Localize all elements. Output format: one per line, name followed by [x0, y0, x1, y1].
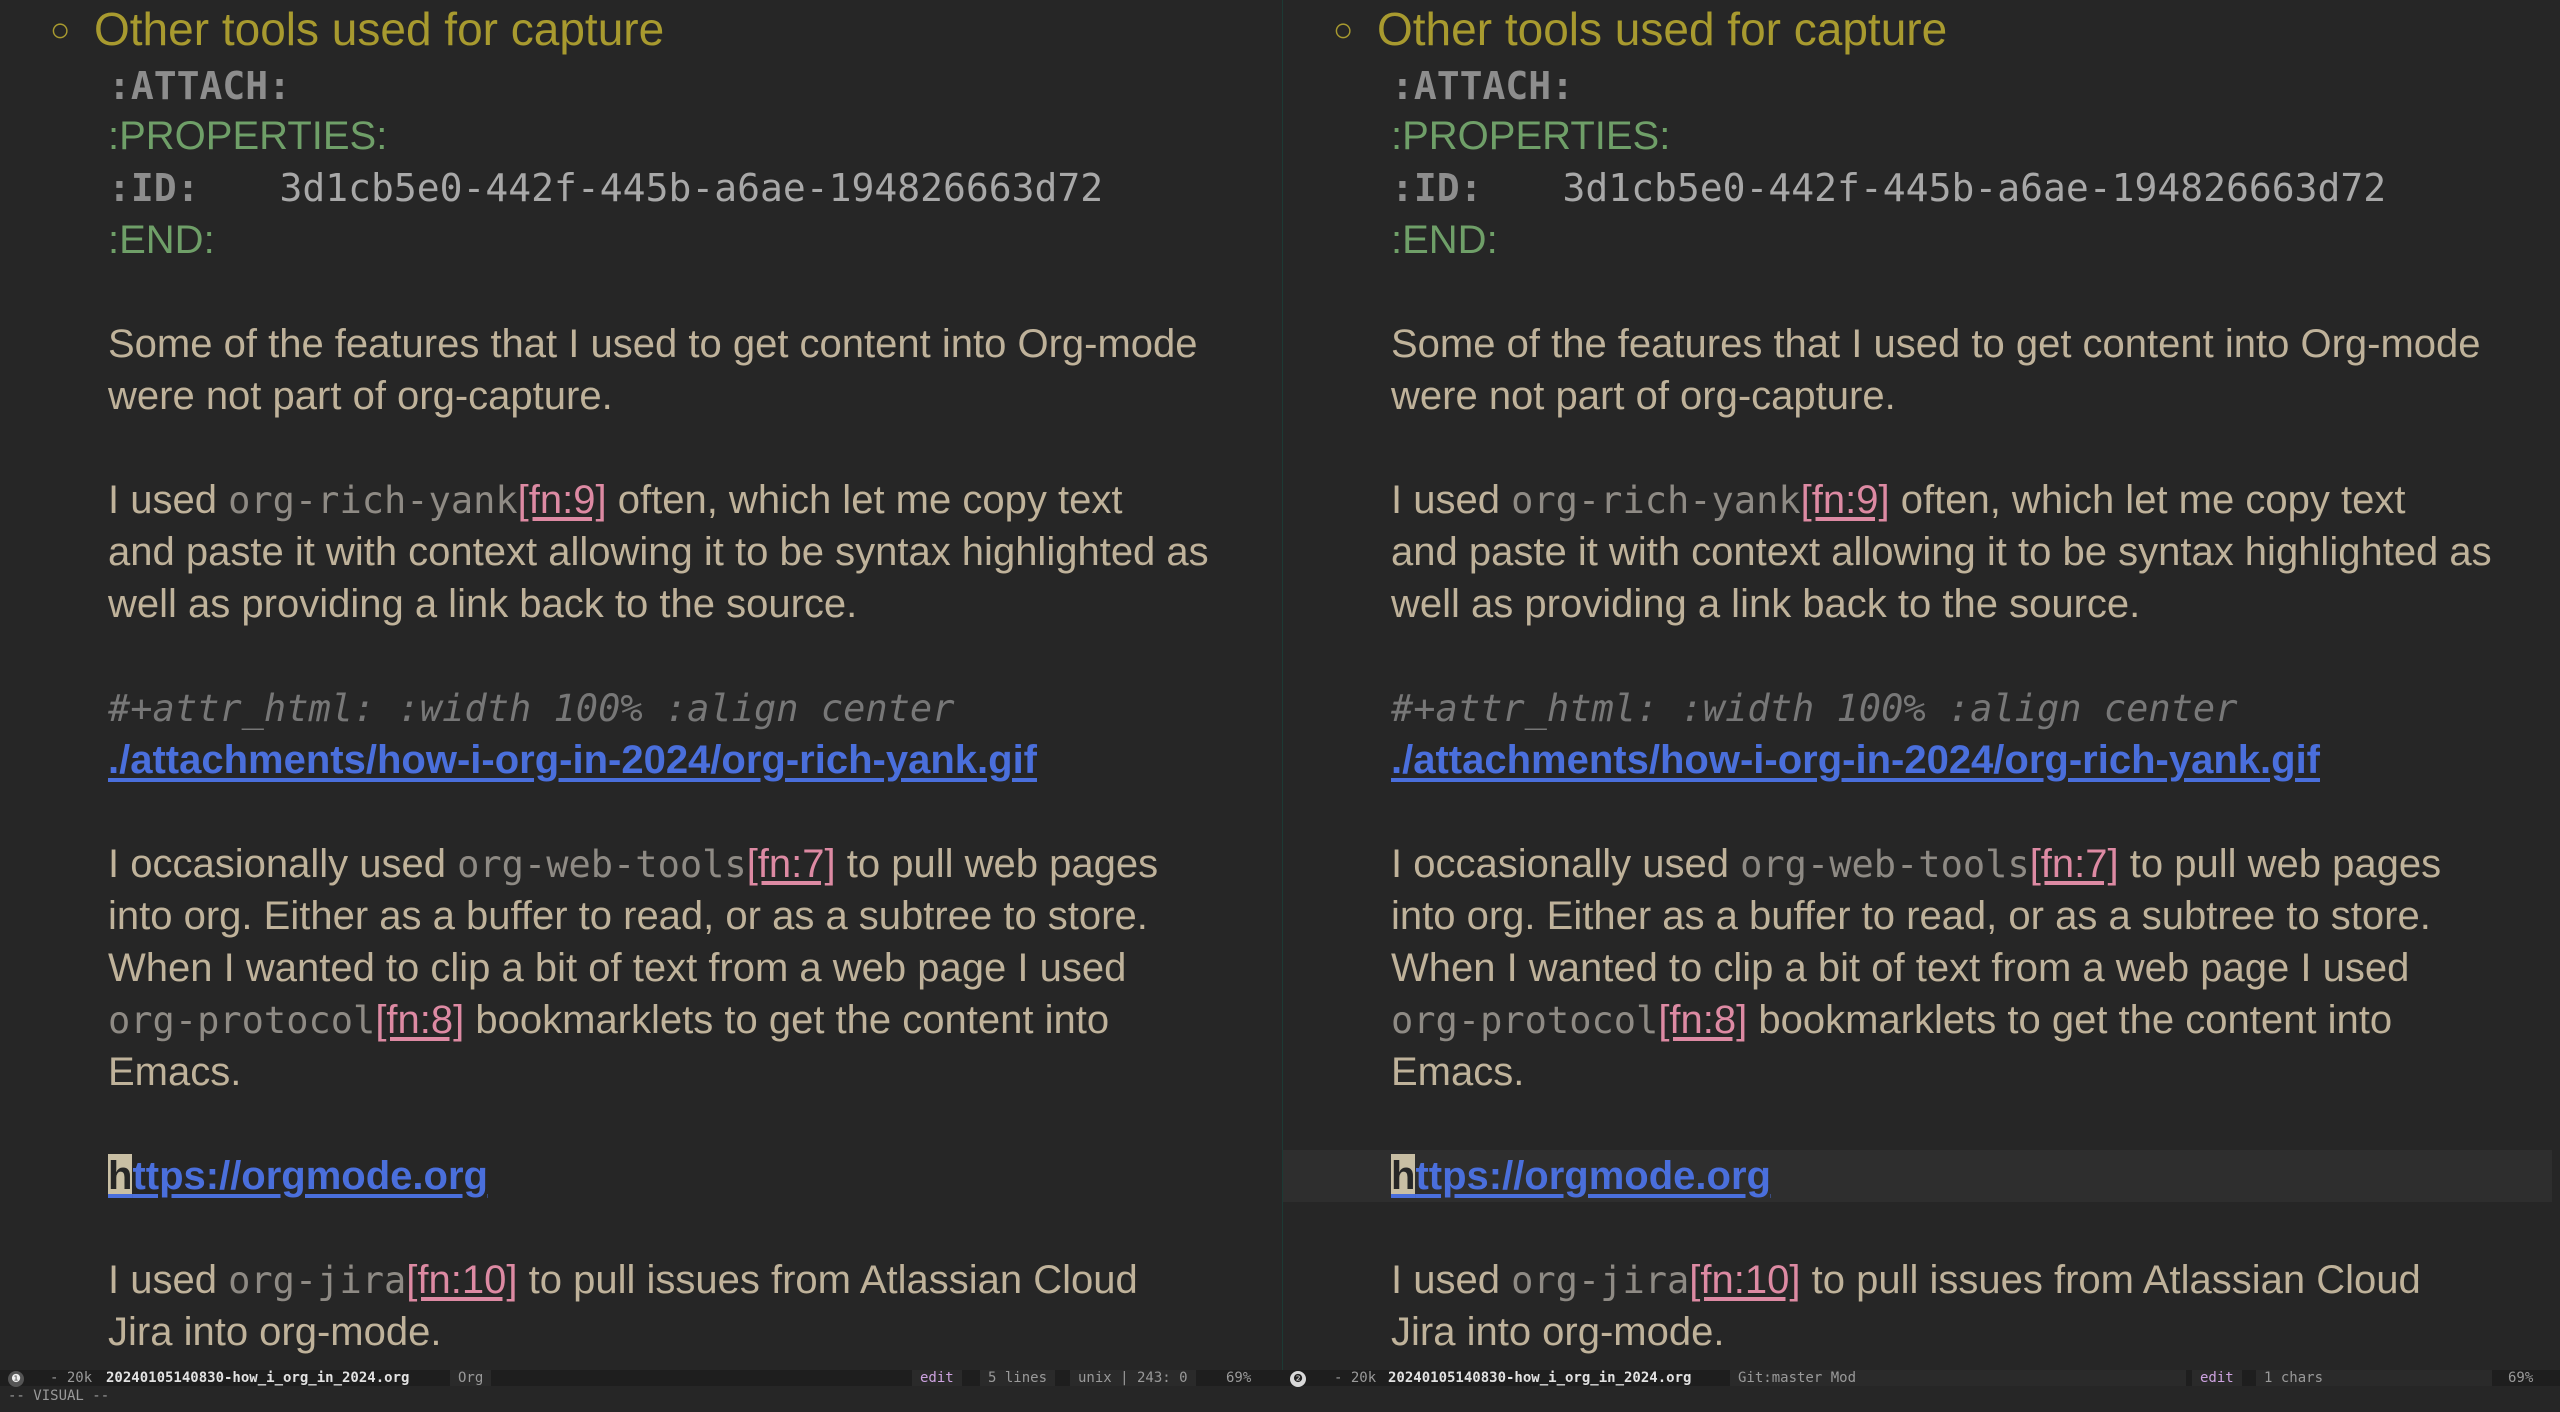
- paragraph-line: When I wanted to clip a bit of text from…: [1391, 946, 2410, 990]
- inline-code: org-web-tools: [457, 843, 747, 886]
- selection-info: 1 chars: [2256, 1370, 2492, 1386]
- window-number-badge[interactable]: ❷: [1290, 1370, 1306, 1387]
- footnote-link[interactable]: [fn:9]: [1801, 478, 1890, 522]
- heading-bullet-icon: ○: [50, 11, 71, 49]
- orgmode-link[interactable]: https://orgmode.org: [1391, 1154, 1771, 1198]
- buffer-percent: 69%: [1226, 1370, 1252, 1386]
- footnote-link[interactable]: [fn:10]: [406, 1258, 517, 1302]
- editor-frame: ○ Other tools used for capture :ATTACH: :…: [0, 0, 2560, 1370]
- paragraph-line: I used org-rich-yank[fn:9] often, which …: [108, 478, 1123, 522]
- paragraph-line: Some of the features that I used to get …: [1391, 322, 2481, 366]
- footnote-link[interactable]: [fn:7]: [2030, 842, 2119, 886]
- inline-code: org-jira: [1511, 1259, 1690, 1302]
- attr-html-line: #+attr_html: :width 100% :align center: [1391, 687, 2238, 730]
- properties-drawer-end: :END:: [108, 218, 215, 262]
- gif-link[interactable]: ./attachments/how-i-org-in-2024/org-rich…: [1391, 738, 2320, 782]
- attach-keyword: :ATTACH:: [1391, 64, 1575, 108]
- properties-drawer-start: :PROPERTIES:: [1391, 114, 1671, 158]
- right-window[interactable]: ○ Other tools used for capture :ATTACH: :…: [1283, 0, 2560, 1370]
- buffer-filename[interactable]: 20240105140830-how_i_org_in_2024.org: [1388, 1370, 1691, 1386]
- paragraph-line: Jira into org-mode.: [1391, 1310, 1725, 1354]
- paragraph-line: Some of the features that I used to get …: [108, 322, 1198, 366]
- paragraph-line: into org. Either as a buffer to read, or…: [108, 894, 1148, 938]
- buffer-filename[interactable]: 20240105140830-how_i_org_in_2024.org: [106, 1370, 409, 1386]
- attach-keyword: :ATTACH:: [108, 64, 292, 108]
- paragraph-line: Emacs.: [1391, 1050, 1525, 1094]
- paragraph-line: org-protocol[fn:8] bookmarklets to get t…: [108, 998, 1110, 1042]
- inline-code: org-rich-yank: [1511, 479, 1801, 522]
- window-number-badge[interactable]: ❶: [8, 1370, 24, 1387]
- footnote-link[interactable]: [fn:10]: [1689, 1258, 1800, 1302]
- properties-drawer-end: :END:: [1391, 218, 1498, 262]
- paragraph-line: were not part of org-capture.: [108, 374, 613, 418]
- paragraph-line: into org. Either as a buffer to read, or…: [1391, 894, 2431, 938]
- paragraph-line: I used org-jira[fn:10] to pull issues fr…: [108, 1258, 1138, 1302]
- paragraph-line: I occasionally used org-web-tools[fn:7] …: [108, 842, 1159, 886]
- footnote-link[interactable]: [fn:8]: [1658, 998, 1747, 1042]
- paragraph-line: When I wanted to clip a bit of text from…: [108, 946, 1127, 990]
- inline-code: org-web-tools: [1740, 843, 2030, 886]
- encoding-position[interactable]: unix | 243: 0: [1070, 1370, 1196, 1386]
- major-mode[interactable]: Org: [450, 1370, 492, 1386]
- url-line: https://orgmode.org: [108, 1150, 488, 1202]
- inline-code: org-protocol: [1391, 999, 1659, 1042]
- paragraph-line: org-protocol[fn:8] bookmarklets to get t…: [1391, 998, 2393, 1042]
- gif-link[interactable]: ./attachments/how-i-org-in-2024/org-rich…: [108, 738, 1037, 782]
- evil-state: edit: [912, 1370, 962, 1386]
- properties-drawer-start: :PROPERTIES:: [108, 114, 388, 158]
- paragraph-line: well as providing a link back to the sou…: [1391, 582, 2141, 626]
- mode-line: ❶ - 20k 20240105140830-how_i_org_in_2024…: [0, 1370, 2560, 1387]
- buffer-percent: 69%: [2508, 1370, 2534, 1386]
- paragraph-line: I occasionally used org-web-tools[fn:7] …: [1391, 842, 2442, 886]
- vcs-status[interactable]: Git:master Mod: [1730, 1370, 2186, 1386]
- footnote-link[interactable]: [fn:7]: [747, 842, 836, 886]
- orgmode-link[interactable]: https://orgmode.org: [108, 1154, 488, 1198]
- gif-link-line: ./attachments/how-i-org-in-2024/org-rich…: [1391, 734, 2320, 786]
- id-property: :ID: 3d1cb5e0-442f-445b-a6ae-194826663d72: [108, 166, 1104, 210]
- paragraph-line: I used org-rich-yank[fn:9] often, which …: [1391, 478, 2406, 522]
- paragraph-line: and paste it with context allowing it to…: [108, 530, 1209, 574]
- footnote-link[interactable]: [fn:8]: [375, 998, 464, 1042]
- id-property: :ID: 3d1cb5e0-442f-445b-a6ae-194826663d72: [1391, 166, 2387, 210]
- heading-bullet-icon: ○: [1333, 11, 1354, 49]
- buffer-size: - 20k: [50, 1370, 93, 1386]
- org-heading[interactable]: ○ Other tools used for capture: [50, 3, 664, 56]
- inline-code: org-protocol: [108, 999, 376, 1042]
- minibuffer-echo: -- VISUAL --: [0, 1388, 2560, 1412]
- paragraph-line: Jira into org-mode.: [108, 1310, 442, 1354]
- paragraph-line: I used org-jira[fn:10] to pull issues fr…: [1391, 1258, 2421, 1302]
- org-heading[interactable]: ○ Other tools used for capture: [1333, 3, 1947, 56]
- footnote-link[interactable]: [fn:9]: [518, 478, 607, 522]
- selection-info: 5 lines: [980, 1370, 1056, 1386]
- inline-code: org-rich-yank: [228, 479, 518, 522]
- left-window[interactable]: ○ Other tools used for capture :ATTACH: :…: [0, 0, 1282, 1370]
- gif-link-line: ./attachments/how-i-org-in-2024/org-rich…: [108, 734, 1037, 786]
- paragraph-line: were not part of org-capture.: [1391, 374, 1896, 418]
- buffer-size: - 20k: [1334, 1370, 1377, 1386]
- evil-state: edit: [2192, 1370, 2242, 1386]
- url-line: https://orgmode.org: [1391, 1150, 1771, 1202]
- inline-code: org-jira: [228, 1259, 407, 1302]
- attr-html-line: #+attr_html: :width 100% :align center: [108, 687, 955, 730]
- text-cursor: h: [108, 1154, 133, 1198]
- paragraph-line: well as providing a link back to the sou…: [108, 582, 858, 626]
- paragraph-line: Emacs.: [108, 1050, 242, 1094]
- paragraph-line: and paste it with context allowing it to…: [1391, 530, 2492, 574]
- text-cursor: h: [1391, 1154, 1416, 1198]
